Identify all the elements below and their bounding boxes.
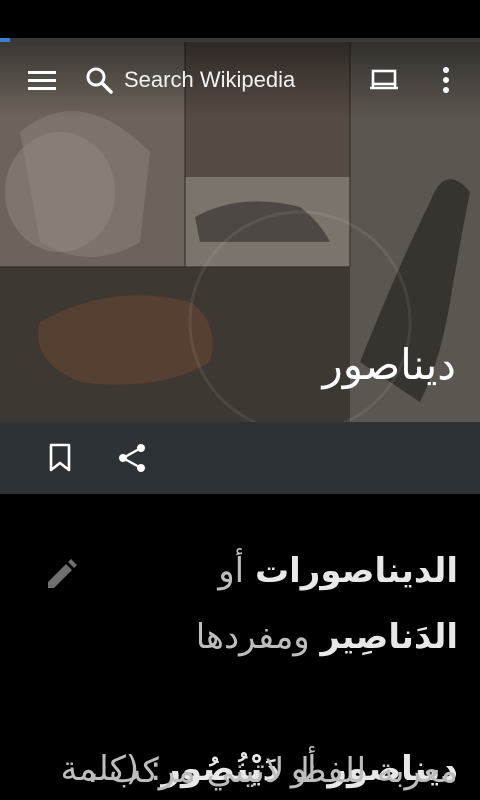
overflow-menu-button[interactable]	[422, 56, 470, 104]
article-content: الديناصورات أو الدَناصِير ومفردها ديناصو…	[0, 494, 480, 800]
search-label[interactable]: Search Wikipedia	[124, 67, 295, 93]
lead-paragraph: الديناصورات أو الدَناصِير ومفردها ديناصو…	[61, 538, 458, 789]
edit-pencil-icon	[48, 559, 77, 588]
share-button[interactable]	[108, 434, 156, 482]
article-title: ديناصور	[322, 340, 456, 389]
bookmark-button[interactable]	[36, 434, 84, 482]
paragraph-line: معربة للفظ لاتيني مركب ،	[87, 751, 458, 791]
bold-term: الديناصورات	[254, 551, 458, 591]
tabs-icon	[370, 69, 398, 90]
share-icon	[119, 444, 145, 472]
search-bar[interactable]: Search Wikipedia	[84, 56, 295, 104]
top-toolbar: Search Wikipedia	[0, 42, 480, 118]
search-icon	[86, 67, 113, 94]
overflow-menu-icon	[443, 67, 449, 93]
edit-button[interactable]	[36, 550, 84, 598]
tabs-button[interactable]	[360, 56, 408, 104]
bookmark-icon	[49, 443, 71, 472]
conjunction: ومفردها	[195, 617, 321, 657]
conjunction: أو	[218, 551, 255, 591]
hamburger-menu-icon	[28, 71, 56, 90]
status-bar	[0, 0, 480, 38]
menu-button[interactable]	[18, 56, 66, 104]
article-action-bar	[0, 422, 480, 494]
bold-term: الدَناصِير	[320, 617, 458, 657]
